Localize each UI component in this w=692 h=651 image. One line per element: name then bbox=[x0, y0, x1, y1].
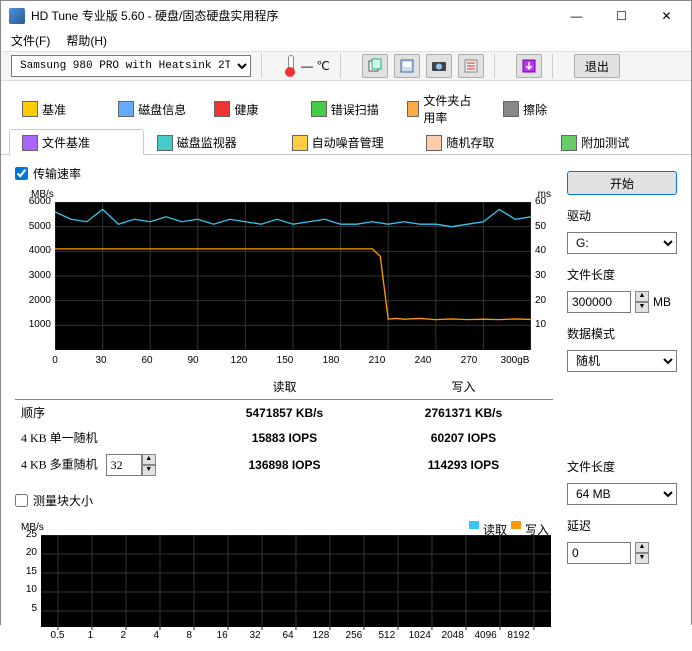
tab-icon bbox=[22, 135, 38, 151]
block-chart: MB/s 读取 写入 5101520250.512481632641282565… bbox=[15, 521, 553, 641]
table-row: 顺序5471857 KB/s2761371 KB/s bbox=[15, 400, 553, 426]
tab-icon bbox=[311, 101, 327, 117]
tab-icon bbox=[118, 101, 134, 117]
tab-icon bbox=[157, 135, 173, 151]
tab-icon bbox=[214, 101, 230, 117]
main-panel: 传输速率 MB/s ms 100020003000400050006000102… bbox=[15, 165, 553, 641]
data-mode-label: 数据模式 bbox=[567, 325, 677, 342]
data-mode-select[interactable]: 随机 bbox=[567, 350, 677, 372]
tab-icon bbox=[292, 135, 308, 151]
tab-icon bbox=[22, 101, 38, 117]
tab-基准[interactable]: 基准 bbox=[9, 87, 105, 130]
tab-随机存取[interactable]: 随机存取 bbox=[413, 129, 548, 155]
tab-icon bbox=[407, 101, 419, 117]
toolbar: Samsung 980 PRO with Heatsink 2T4J — ℃ 退… bbox=[1, 52, 691, 81]
file-length-input[interactable] bbox=[567, 291, 631, 313]
file-length-spinner[interactable]: ▲▼ bbox=[635, 291, 649, 313]
copy-info-button[interactable] bbox=[362, 54, 388, 78]
file-length2-select[interactable]: 64 MB bbox=[567, 483, 677, 505]
exit-button[interactable]: 退出 bbox=[574, 54, 620, 78]
delay-input[interactable] bbox=[567, 542, 631, 564]
col-write: 写入 bbox=[374, 374, 553, 400]
side-panel: 开始 驱动 G: 文件长度 ▲▼ MB 数据模式 随机 文件长度 64 MB 延… bbox=[567, 165, 677, 641]
menubar: 文件(F) 帮助(H) bbox=[1, 30, 691, 52]
tab-附加测试[interactable]: 附加测试 bbox=[548, 129, 683, 155]
save-button[interactable] bbox=[516, 54, 542, 78]
tab-strip: 基准磁盘信息健康错误扫描文件夹占用率擦除文件基准磁盘监视器自动噪音管理随机存取附… bbox=[1, 81, 691, 155]
tab-错误扫描[interactable]: 错误扫描 bbox=[298, 87, 394, 130]
options-button[interactable] bbox=[458, 54, 484, 78]
titlebar: HD Tune 专业版 5.60 - 硬盘/固态硬盘实用程序 — ☐ ✕ bbox=[1, 1, 691, 30]
tab-自动噪音管理[interactable]: 自动噪音管理 bbox=[279, 129, 414, 155]
app-icon bbox=[9, 8, 25, 24]
file-length2-label: 文件长度 bbox=[567, 458, 677, 475]
transfer-chart: MB/s ms 10002000300040005000600010203040… bbox=[15, 188, 553, 366]
close-button[interactable]: ✕ bbox=[644, 1, 689, 30]
tab-磁盘监视器[interactable]: 磁盘监视器 bbox=[144, 129, 279, 155]
delay-label: 延迟 bbox=[567, 517, 677, 534]
tab-icon bbox=[561, 135, 577, 151]
menu-help[interactable]: 帮助(H) bbox=[60, 30, 113, 51]
tab-健康[interactable]: 健康 bbox=[201, 87, 297, 130]
block-size-checkbox[interactable]: 测量块大小 bbox=[15, 492, 553, 509]
tab-icon bbox=[503, 101, 519, 117]
content-area: 传输速率 MB/s ms 100020003000400050006000102… bbox=[1, 155, 691, 651]
drive-select[interactable]: G: bbox=[567, 232, 677, 254]
tab-擦除[interactable]: 擦除 bbox=[490, 87, 586, 130]
device-select[interactable]: Samsung 980 PRO with Heatsink 2T4J bbox=[11, 55, 251, 77]
tab-文件基准[interactable]: 文件基准 bbox=[9, 129, 144, 155]
table-row: 4 KB 多重随机▲▼136898 IOPS114293 IOPS bbox=[15, 450, 553, 480]
temperature-display: — ℃ bbox=[283, 55, 330, 77]
file-length-label: 文件长度 bbox=[567, 266, 677, 283]
screenshot-button[interactable] bbox=[426, 54, 452, 78]
start-button[interactable]: 开始 bbox=[567, 171, 677, 195]
maximize-button[interactable]: ☐ bbox=[599, 1, 644, 30]
table-row: 4 KB 单一随机15883 IOPS60207 IOPS bbox=[15, 425, 553, 450]
tab-icon bbox=[426, 135, 442, 151]
tab-文件夹占用率[interactable]: 文件夹占用率 bbox=[394, 87, 490, 130]
minimize-button[interactable]: — bbox=[554, 1, 599, 30]
queue-depth-input[interactable] bbox=[106, 454, 142, 476]
delay-spinner[interactable]: ▲▼ bbox=[635, 542, 649, 564]
copy-screenshot-button[interactable] bbox=[394, 54, 420, 78]
thermometer-icon bbox=[283, 55, 297, 77]
col-read: 读取 bbox=[195, 374, 374, 400]
app-window: HD Tune 专业版 5.60 - 硬盘/固态硬盘实用程序 — ☐ ✕ 文件(… bbox=[0, 0, 692, 625]
transfer-rate-checkbox[interactable]: 传输速率 bbox=[15, 165, 553, 182]
menu-file[interactable]: 文件(F) bbox=[5, 30, 56, 51]
results-table: 读取写入 顺序5471857 KB/s2761371 KB/s4 KB 单一随机… bbox=[15, 374, 553, 480]
window-title: HD Tune 专业版 5.60 - 硬盘/固态硬盘实用程序 bbox=[31, 7, 554, 24]
drive-label: 驱动 bbox=[567, 207, 677, 224]
tab-磁盘信息[interactable]: 磁盘信息 bbox=[105, 87, 201, 130]
